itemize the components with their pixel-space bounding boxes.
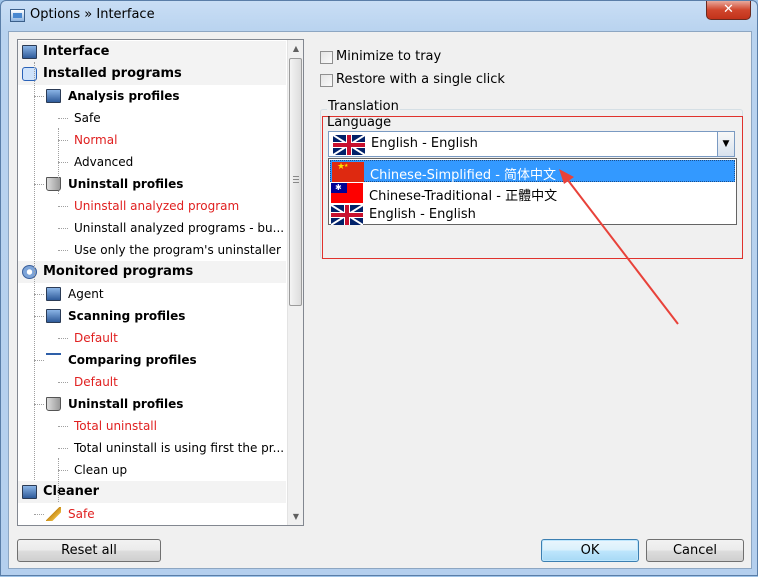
annotation-arrow bbox=[559, 169, 679, 325]
uk-flag-icon bbox=[333, 135, 365, 155]
uk-flag-icon bbox=[331, 205, 363, 225]
annotation-arrow-line bbox=[566, 178, 679, 325]
annotation-arrow-head bbox=[559, 169, 574, 184]
options-window: Options » Interface ✕ Interface Installed… bbox=[0, 0, 758, 576]
